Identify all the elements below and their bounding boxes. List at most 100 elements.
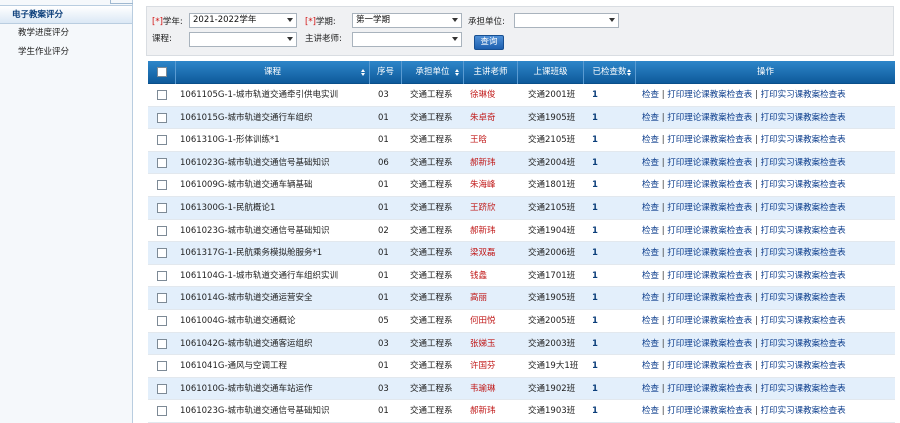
print-theory-link[interactable]: 打印理论课教案检查表 xyxy=(667,248,752,258)
table-row: 1061014G-城市轨道交通运营安全 01 交通工程系 高丽 交通1905班 1 检查 |… xyxy=(148,287,895,310)
header-course[interactable]: 课程 xyxy=(176,61,370,84)
row-checkbox[interactable] xyxy=(157,202,167,213)
check-link[interactable]: 检查 xyxy=(642,135,659,145)
print-theory-link[interactable]: 打印理论课教案检查表 xyxy=(667,135,752,145)
row-checkbox[interactable] xyxy=(157,270,167,281)
print-theory-link[interactable]: 打印理论课教案检查表 xyxy=(667,113,752,123)
check-link[interactable]: 检查 xyxy=(642,180,659,190)
print-practice-link[interactable]: 打印实习课教案检查表 xyxy=(761,226,846,236)
check-link[interactable]: 检查 xyxy=(642,316,659,326)
row-checkbox[interactable] xyxy=(157,225,167,236)
print-theory-link[interactable]: 打印理论课教案检查表 xyxy=(667,316,752,326)
year-select[interactable]: 2021-2022学年 xyxy=(189,13,297,28)
print-practice-link[interactable]: 打印实习课教案检查表 xyxy=(761,90,846,100)
row-checkbox[interactable] xyxy=(157,157,167,168)
print-practice-link[interactable]: 打印实习课教案检查表 xyxy=(761,316,846,326)
header-op: 操作 xyxy=(636,61,895,84)
course-select[interactable] xyxy=(189,32,297,47)
print-theory-link[interactable]: 打印理论课教案检查表 xyxy=(667,406,752,416)
check-link[interactable]: 检查 xyxy=(642,113,659,123)
sidebar-item[interactable]: 教学进度评分 xyxy=(0,24,132,43)
header-course-label: 课程 xyxy=(263,67,281,77)
cell-checkbox xyxy=(148,242,176,264)
link-separator: | xyxy=(752,406,761,417)
cell-teacher: 许国芬 xyxy=(470,361,496,372)
header-class[interactable]: 上课班级 xyxy=(518,61,584,84)
print-theory-link[interactable]: 打印理论课教案检查表 xyxy=(667,384,752,394)
row-checkbox[interactable] xyxy=(157,90,167,100)
cell-seq: 01 xyxy=(378,248,389,259)
cell-class: 交通1701班 xyxy=(528,270,576,281)
cell-checkbox xyxy=(148,174,176,196)
cell-class: 交通1903班 xyxy=(528,406,576,417)
check-link[interactable]: 检查 xyxy=(642,271,659,281)
print-practice-link[interactable]: 打印实习课教案检查表 xyxy=(761,271,846,281)
cell-course: 1061042G-城市轨道交通客运组织 xyxy=(180,338,313,349)
print-practice-link[interactable]: 打印实习课教案检查表 xyxy=(761,293,846,303)
cell-class: 交通1902班 xyxy=(528,383,576,394)
cell-ops: 检查 | 打印理论课教案检查表 | 打印实习课教案检查表 xyxy=(636,84,895,106)
chevron-down-icon xyxy=(452,18,458,22)
sidebar-item[interactable]: 电子教案评分 xyxy=(0,5,132,24)
dept-select[interactable] xyxy=(514,13,619,28)
header-count[interactable]: 已检查数 xyxy=(584,61,636,84)
print-practice-link[interactable]: 打印实习课教案检查表 xyxy=(761,339,846,349)
check-link[interactable]: 检查 xyxy=(642,90,659,100)
query-button[interactable]: 查询 xyxy=(474,35,504,50)
print-theory-link[interactable]: 打印理论课教案检查表 xyxy=(667,226,752,236)
row-checkbox[interactable] xyxy=(157,338,167,349)
term-select[interactable]: 第一学期 xyxy=(352,13,462,28)
row-checkbox[interactable] xyxy=(157,315,167,326)
header-teacher-label: 主讲老师 xyxy=(473,67,508,77)
cell-dept: 交通工程系 xyxy=(410,293,453,304)
check-link[interactable]: 检查 xyxy=(642,203,659,213)
check-link[interactable]: 检查 xyxy=(642,339,659,349)
print-theory-link[interactable]: 打印理论课教案检查表 xyxy=(667,339,752,349)
check-link[interactable]: 检查 xyxy=(642,384,659,394)
print-theory-link[interactable]: 打印理论课教案检查表 xyxy=(667,158,752,168)
print-practice-link[interactable]: 打印实习课教案检查表 xyxy=(761,361,846,371)
header-seq-label: 序号 xyxy=(376,67,394,77)
print-practice-link[interactable]: 打印实习课教案检查表 xyxy=(761,203,846,213)
teacher-select[interactable] xyxy=(352,32,462,47)
row-checkbox[interactable] xyxy=(157,248,167,259)
print-theory-link[interactable]: 打印理论课教案检查表 xyxy=(667,271,752,281)
check-link[interactable]: 检查 xyxy=(642,158,659,168)
print-practice-link[interactable]: 打印实习课教案检查表 xyxy=(761,135,846,145)
row-checkbox[interactable] xyxy=(157,361,167,372)
header-dept[interactable]: 承担单位 xyxy=(402,61,464,84)
cell-seq: 01 xyxy=(378,293,389,304)
cell-course: 1061300G-1-民航概论1 xyxy=(180,202,276,213)
check-link[interactable]: 检查 xyxy=(642,361,659,371)
check-link[interactable]: 检查 xyxy=(642,226,659,236)
chevron-down-icon xyxy=(287,37,293,41)
print-practice-link[interactable]: 打印实习课教案检查表 xyxy=(761,406,846,416)
row-checkbox[interactable] xyxy=(157,180,167,191)
header-seq[interactable]: 序号 xyxy=(370,61,402,84)
print-practice-link[interactable]: 打印实习课教案检查表 xyxy=(761,248,846,258)
link-separator: | xyxy=(752,202,761,213)
row-checkbox[interactable] xyxy=(157,293,167,304)
cell-dept: 交通工程系 xyxy=(410,338,453,349)
cell-dept: 交通工程系 xyxy=(410,361,453,372)
print-theory-link[interactable]: 打印理论课教案检查表 xyxy=(667,203,752,213)
row-checkbox[interactable] xyxy=(157,112,167,123)
print-practice-link[interactable]: 打印实习课教案检查表 xyxy=(761,158,846,168)
print-practice-link[interactable]: 打印实习课教案检查表 xyxy=(761,180,846,190)
row-checkbox[interactable] xyxy=(157,383,167,394)
print-practice-link[interactable]: 打印实习课教案检查表 xyxy=(761,384,846,394)
check-link[interactable]: 检查 xyxy=(642,248,659,258)
header-teacher[interactable]: 主讲老师 xyxy=(464,61,518,84)
cell-class: 交通1905班 xyxy=(528,293,576,304)
check-link[interactable]: 检查 xyxy=(642,293,659,303)
row-checkbox[interactable] xyxy=(157,406,167,417)
print-theory-link[interactable]: 打印理论课教案检查表 xyxy=(667,361,752,371)
print-theory-link[interactable]: 打印理论课教案检查表 xyxy=(667,90,752,100)
sidebar-item[interactable]: 学生作业评分 xyxy=(0,43,132,62)
row-checkbox[interactable] xyxy=(157,135,167,146)
select-all-checkbox[interactable] xyxy=(157,67,167,77)
print-practice-link[interactable]: 打印实习课教案检查表 xyxy=(761,113,846,123)
print-theory-link[interactable]: 打印理论课教案检查表 xyxy=(667,180,752,190)
check-link[interactable]: 检查 xyxy=(642,406,659,416)
print-theory-link[interactable]: 打印理论课教案检查表 xyxy=(667,293,752,303)
